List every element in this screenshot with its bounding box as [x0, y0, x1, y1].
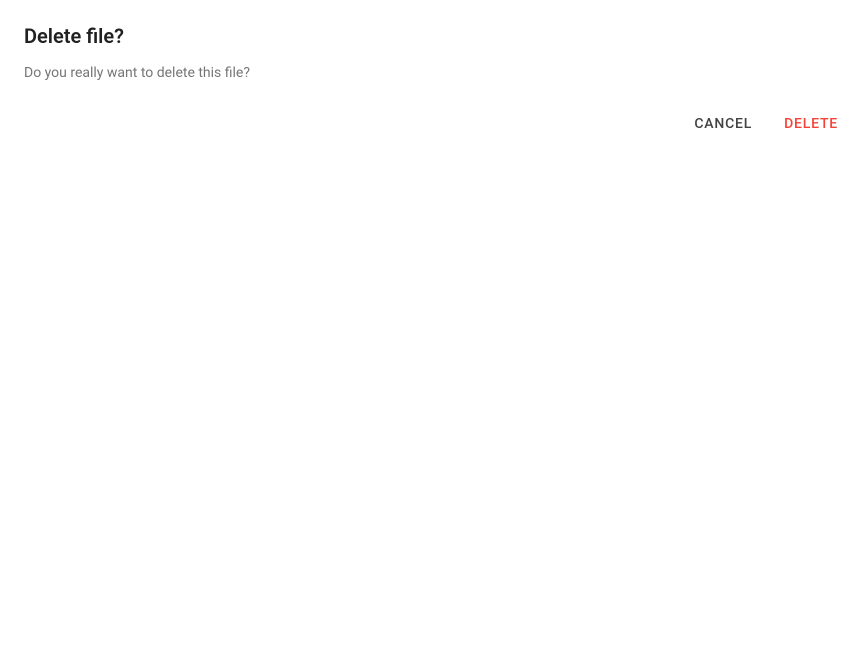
delete-confirmation-dialog: Delete file? Do you really want to delet… [0, 0, 866, 108]
cancel-button[interactable]: Cancel [690, 108, 756, 140]
dialog-title: Delete file? [24, 24, 842, 48]
dialog-actions: Cancel Delete [690, 108, 842, 140]
delete-button[interactable]: Delete [780, 108, 842, 140]
dialog-message: Do you really want to delete this file? [24, 64, 842, 84]
